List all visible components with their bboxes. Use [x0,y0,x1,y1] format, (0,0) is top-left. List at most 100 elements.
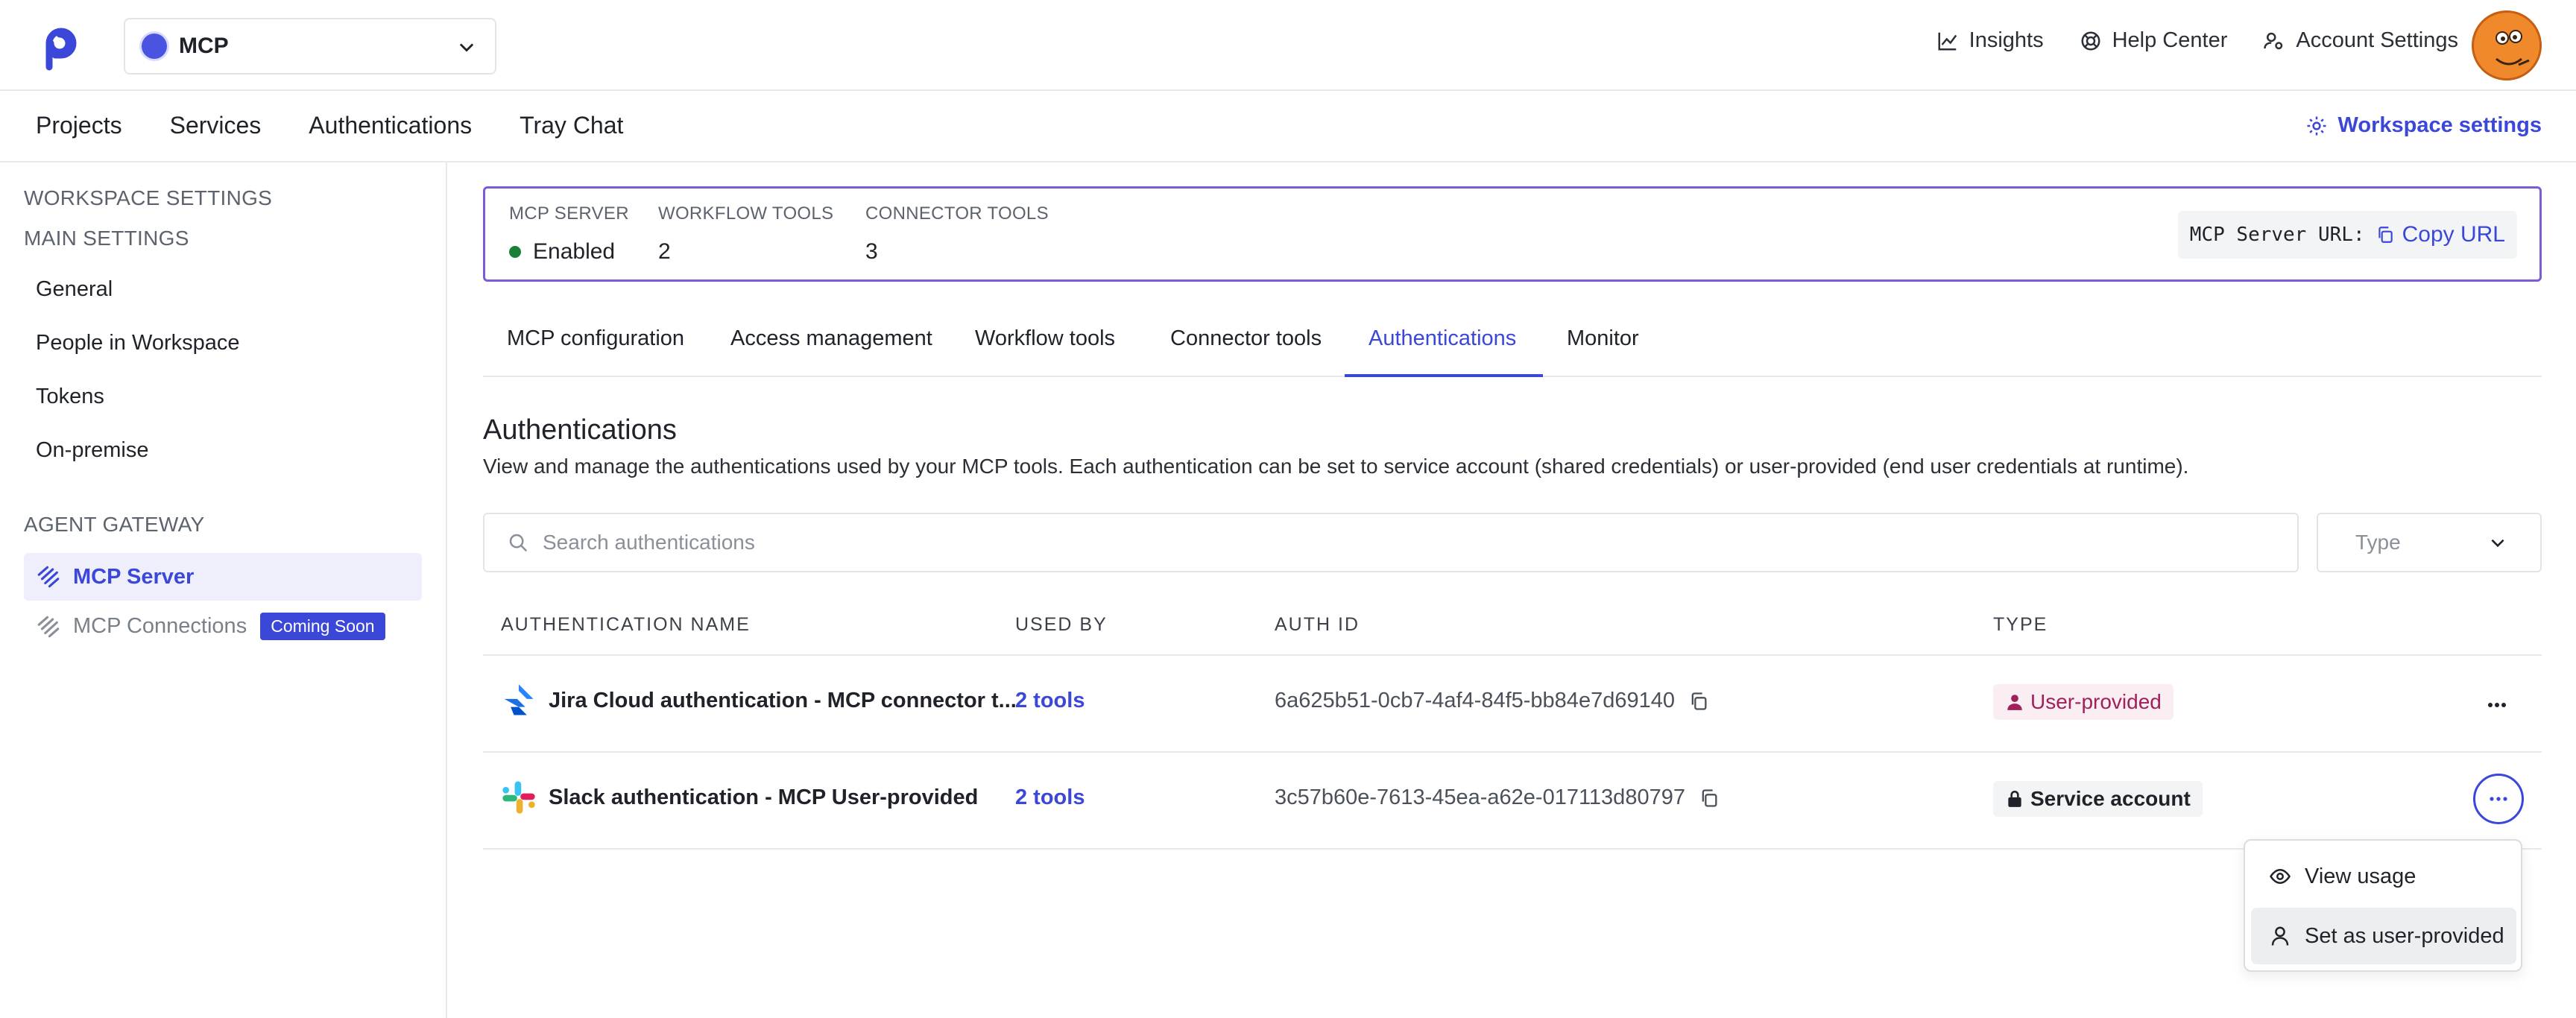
copy-icon [2378,227,2393,243]
sidebar-item-mcp-server[interactable]: MCP Server [24,553,422,601]
tab-workflow-tools[interactable]: Workflow tools [975,326,1115,351]
auth-name-cell: Slack authentication - MCP User-provided [499,778,978,817]
chevron-down-icon [2491,539,2504,548]
mcp-connections-icon [37,616,60,637]
sidebar-item-mcp-connections[interactable]: MCP Connections Coming Soon [36,613,385,640]
header-auth-name: AUTHENTICATION NAME [501,614,751,635]
mcp-server-status: Enabled [533,239,616,264]
lock-icon [2008,790,2021,807]
menu-view-usage-label: View usage [2305,864,2416,888]
account-settings-link[interactable]: Account Settings [2263,28,2458,53]
auth-id: 6a625b51-0cb7-4af4-84f5-bb84e7d69140 [1275,689,1675,712]
used-by-link[interactable]: 2 tools [1015,689,1085,713]
type-badge-user-provided: User-provided [1993,684,2174,720]
auth-name: Jira Cloud authentication - MCP connecto… [549,688,1017,712]
jira-icon [504,684,534,715]
mcp-server-url-label: MCP Server URL: [2189,224,2365,246]
mcp-server-url: MCP Server URL: Copy URL [2177,211,2517,259]
used-by-link[interactable]: 2 tools [1015,785,1085,810]
row-actions-menu: View usage Set as user-provided [2244,839,2522,972]
sidebar-item-people[interactable]: People in Workspace [36,331,240,355]
tab-access-management[interactable]: Access management [730,326,932,351]
gear-icon [2307,116,2326,135]
workflow-tools-stat: WORKFLOW TOOLS 2 [658,203,833,265]
more-horizontal-icon [2488,703,2506,707]
row-actions-button[interactable] [2473,774,2524,824]
sidebar-gateway-heading: AGENT GATEWAY [24,513,205,536]
connector-tools-count: 3 [865,239,878,264]
sidebar-item-general[interactable]: General [36,277,113,302]
copy-icon[interactable] [1688,691,1709,712]
nav-projects[interactable]: Projects [36,112,122,139]
mcp-server-stat-label: MCP SERVER [509,203,629,224]
header-type: TYPE [1993,614,2048,635]
enabled-status-dot [509,246,521,258]
tray-logo-icon[interactable] [33,18,86,72]
connector-tools-label: CONNECTOR TOOLS [865,203,1049,224]
workspace-color-dot [142,34,167,59]
nav-tray-chat[interactable]: Tray Chat [520,112,623,139]
main-nav: Projects Services Authentications Tray C… [0,92,2576,162]
copy-url-button[interactable]: Copy URL [2375,222,2505,247]
user-outline-icon [2271,926,2289,946]
tab-authentications[interactable]: Authentications [1368,326,1516,351]
workspace-name: MCP [179,34,229,58]
top-header: MCP Insights Help Center Account Setting… [0,0,2576,91]
auth-id-cell: 3c57b60e-7613-45ea-a62e-017113d80797 [1275,785,1720,810]
workspace-selector[interactable]: MCP [124,18,496,75]
auth-id: 3c57b60e-7613-45ea-a62e-017113d80797 [1275,785,1685,809]
workflow-tools-count: 2 [658,239,671,264]
user-avatar[interactable] [2472,10,2542,80]
menu-view-usage[interactable]: View usage [2251,848,2516,905]
workspace-settings-link[interactable]: Workspace settings [2305,113,2542,138]
auth-id-cell: 6a625b51-0cb7-4af4-84f5-bb84e7d69140 [1275,689,1709,713]
workspace-settings-label: Workspace settings [2337,113,2542,137]
insights-label: Insights [1969,28,2044,52]
search-box [483,513,2299,572]
coming-soon-badge: Coming Soon [260,613,385,640]
section-description: View and manage the authentications used… [483,455,2189,478]
search-icon [509,534,528,552]
sidebar-heading: WORKSPACE SETTINGS [24,186,273,209]
chevron-down-icon [459,43,474,52]
nav-services[interactable]: Services [170,112,262,139]
type-label: Service account [2030,787,2191,810]
menu-set-user-provided-label: Set as user-provided [2305,923,2504,948]
mcp-server-label: MCP Server [73,564,195,589]
tab-mcp-configuration[interactable]: MCP configuration [507,326,684,351]
table-header: AUTHENTICATION NAME USED BY AUTH ID TYPE [483,604,2542,656]
type-filter-label: Type [2355,531,2401,554]
workflow-tools-label: WORKFLOW TOOLS [658,203,834,224]
connector-tools-stat: CONNECTOR TOOLS 3 [865,203,1049,265]
avatar-illustration-icon [2474,13,2539,78]
menu-set-user-provided[interactable]: Set as user-provided [2251,908,2516,964]
sidebar-main-heading: MAIN SETTINGS [24,227,189,250]
type-filter-select[interactable]: Type [2317,513,2542,572]
auth-name: Slack authentication - MCP User-provided [549,785,979,809]
chart-line-icon [1938,32,1957,50]
search-input[interactable] [543,531,2182,554]
mcp-server-stat: MCP SERVER Enabled [509,203,629,265]
sidebar-item-on-premise[interactable]: On-premise [36,438,149,463]
type-badge-service-account: Service account [1993,781,2203,817]
slack-icon [502,781,535,814]
sidebar-item-tokens[interactable]: Tokens [36,385,104,409]
nav-authentications[interactable]: Authentications [309,112,472,139]
table-row[interactable]: Slack authentication - MCP User-provided… [483,753,2542,850]
account-settings-icon [2264,32,2283,49]
active-tab-indicator [1345,374,1543,377]
copy-icon[interactable] [1699,788,1720,809]
help-center-link[interactable]: Help Center [2080,28,2228,53]
type-label: User-provided [2030,690,2162,713]
header-used-by: USED BY [1015,614,1108,635]
table-row[interactable]: Jira Cloud authentication - MCP connecto… [483,656,2542,753]
user-icon [2007,695,2022,710]
tab-connector-tools[interactable]: Connector tools [1170,326,1322,351]
eye-icon [2270,868,2291,885]
help-center-label: Help Center [2112,28,2228,52]
insights-link[interactable]: Insights [1936,28,2044,53]
settings-sidebar: WORKSPACE SETTINGS MAIN SETTINGS General… [0,162,447,1018]
tab-monitor[interactable]: Monitor [1567,326,1639,351]
mcp-connections-label: MCP Connections [73,614,247,638]
row-actions-button[interactable] [2482,690,2512,720]
